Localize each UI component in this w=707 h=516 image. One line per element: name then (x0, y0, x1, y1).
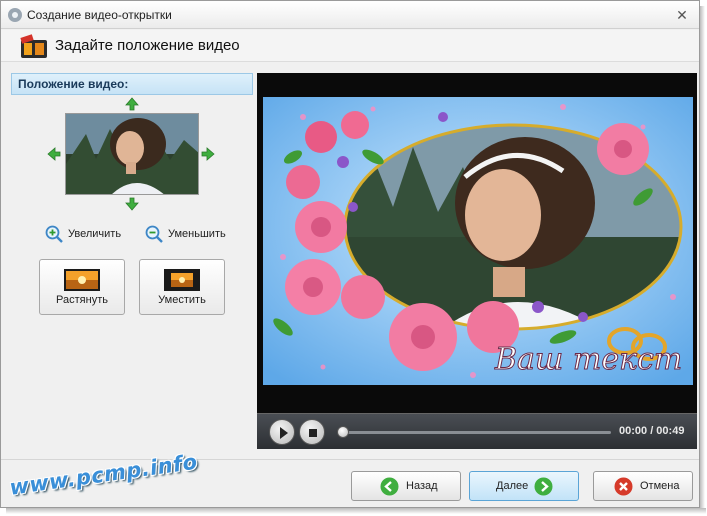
player-controls: 00:00 / 00:49 (257, 413, 697, 449)
title-bar: Создание видео-открытки ✕ (1, 1, 699, 29)
back-button[interactable]: Назад (351, 471, 461, 501)
window-shadow-bottom (6, 508, 706, 514)
postcard-preview-image: Ваш текст (263, 97, 693, 385)
move-up-arrow-icon[interactable] (125, 97, 139, 111)
cancel-icon (614, 477, 633, 496)
stretch-button[interactable]: Растянуть (39, 259, 125, 315)
zoom-in-label: Увеличить (68, 228, 122, 240)
stretch-icon (64, 269, 100, 291)
stop-button[interactable] (299, 419, 325, 445)
video-position-panel: Положение видео: Увеличить Уменьшить Рас… (11, 73, 253, 403)
app-icon (8, 8, 22, 22)
zoom-in-button[interactable]: Увеличить (45, 225, 121, 243)
play-icon (280, 427, 288, 439)
panel-title: Положение видео: (11, 73, 253, 95)
zoom-out-icon (145, 225, 163, 243)
move-right-arrow-icon[interactable] (201, 147, 215, 161)
fit-label: Уместить (158, 294, 206, 306)
fit-button[interactable]: Уместить (139, 259, 225, 315)
cancel-button[interactable]: Отмена (593, 471, 693, 501)
move-left-arrow-icon[interactable] (47, 147, 61, 161)
video-frame: Ваш текст (263, 97, 693, 385)
zoom-in-icon (45, 225, 63, 243)
video-position-thumbnail[interactable] (65, 113, 199, 195)
zoom-out-button[interactable]: Уменьшить (145, 225, 226, 243)
stretch-label: Растянуть (56, 294, 108, 306)
stop-icon (309, 429, 317, 437)
back-arrow-icon (380, 477, 399, 496)
video-preview: Ваш текст (257, 73, 697, 413)
seek-knob[interactable] (337, 426, 349, 438)
app-window: Создание видео-открытки ✕ Задайте положе… (0, 0, 700, 508)
seek-bar[interactable] (341, 431, 611, 434)
step-header: Задайте положение видео (1, 30, 699, 62)
cancel-label: Отмена (640, 480, 680, 492)
window-title: Создание видео-открытки (27, 8, 172, 22)
play-button[interactable] (269, 419, 295, 445)
move-down-arrow-icon[interactable] (125, 197, 139, 211)
close-window-button[interactable]: ✕ (673, 6, 691, 24)
fit-icon (164, 269, 200, 291)
video-thumbnail-image (66, 114, 198, 194)
time-readout: 00:00 / 00:49 (619, 425, 685, 437)
zoom-out-label: Уменьшить (168, 228, 226, 240)
next-label: Далее (496, 480, 529, 492)
step-title: Задайте положение видео (55, 37, 240, 54)
next-arrow-icon (534, 477, 553, 496)
footer-divider (1, 459, 699, 460)
next-button[interactable]: Далее (469, 471, 579, 501)
overlay-text: Ваш текст (494, 342, 682, 377)
back-label: Назад (406, 480, 438, 492)
film-icon (20, 34, 47, 58)
window-shadow-right (700, 6, 705, 512)
